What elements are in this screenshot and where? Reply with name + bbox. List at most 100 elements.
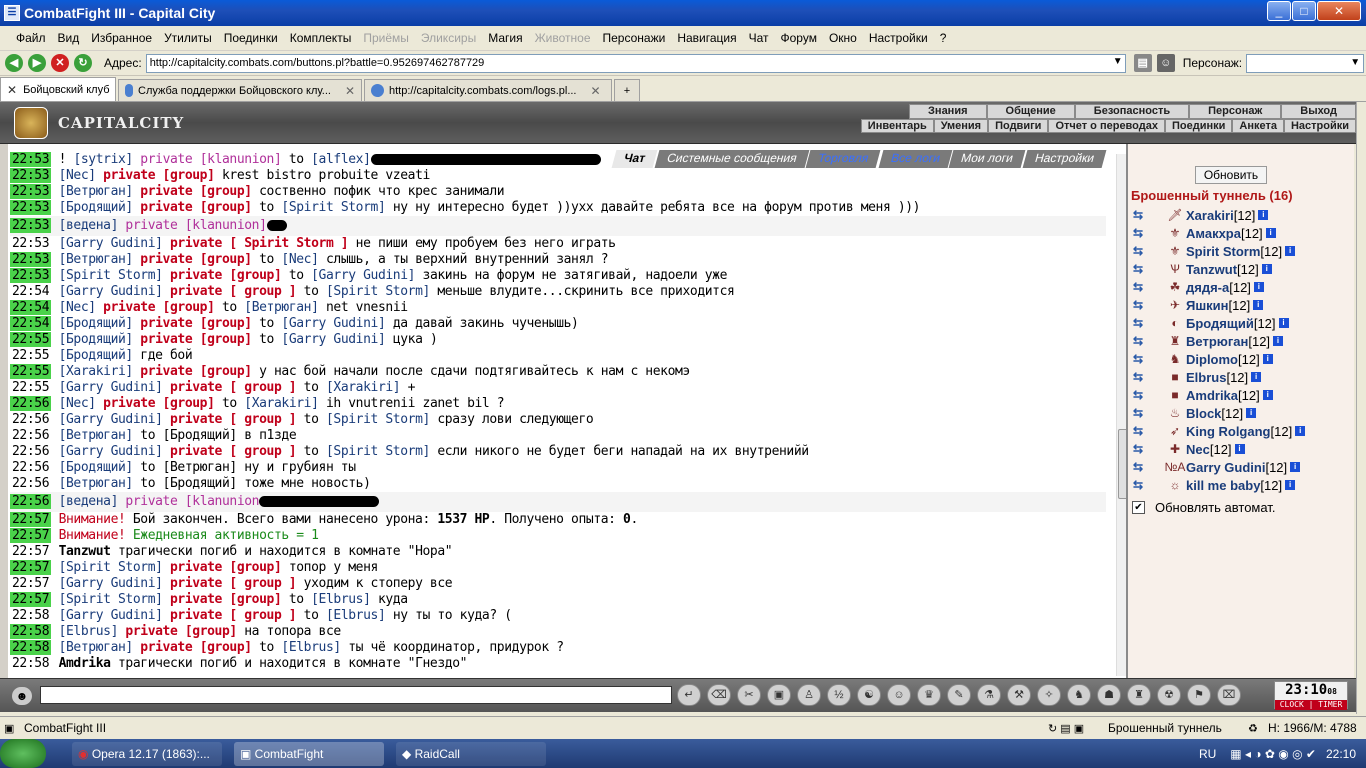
- info-icon[interactable]: i: [1258, 210, 1269, 220]
- info-icon[interactable]: i: [1295, 426, 1306, 436]
- action-icon[interactable]: ♛: [917, 684, 941, 706]
- menu-item[interactable]: Комплекты: [288, 29, 354, 47]
- chat-input[interactable]: [40, 686, 672, 704]
- status-icons[interactable]: ↻ ▤ ▣: [1048, 722, 1084, 735]
- header-bottom-button[interactable]: Отчет о переводах: [1048, 119, 1165, 133]
- action-icon[interactable]: ☺: [887, 684, 911, 706]
- taskbar-raidcall[interactable]: ◆ RaidCall: [396, 741, 546, 766]
- nickname[interactable]: [Xarakiri]: [244, 396, 319, 411]
- nickname[interactable]: [Xarakiri]: [59, 364, 141, 379]
- header-bottom-button[interactable]: Поединки: [1164, 119, 1233, 133]
- nickname[interactable]: [Бродящий]: [59, 316, 141, 331]
- chevron-down-icon[interactable]: ▼: [1113, 56, 1123, 67]
- header-bottom-button[interactable]: Настройки: [1283, 119, 1356, 133]
- refresh-list-button[interactable]: Обновить: [1195, 166, 1267, 184]
- info-icon[interactable]: i: [1262, 390, 1273, 400]
- action-icon[interactable]: ↵: [677, 684, 701, 706]
- persona-select[interactable]: ▼: [1246, 53, 1365, 73]
- nickname[interactable]: [Garry Gudini]: [311, 268, 415, 283]
- action-icon[interactable]: ✂: [737, 684, 761, 706]
- chat-tab[interactable]: Торговля: [805, 150, 881, 168]
- action-icon[interactable]: ⚒: [1007, 684, 1031, 706]
- person-name[interactable]: Амакхра: [1186, 226, 1241, 241]
- nickname[interactable]: [Ветрюган]: [59, 252, 141, 267]
- nickname[interactable]: [Elbrus]: [326, 608, 386, 623]
- info-icon[interactable]: i: [1246, 408, 1257, 418]
- nickname[interactable]: [sytrix]: [66, 152, 140, 167]
- taskbar-combatfight[interactable]: ▣ CombatFight: [234, 741, 384, 766]
- nickname[interactable]: [Ветрюган]: [59, 476, 134, 491]
- tab-logs[interactable]: http://capitalcity.combats.com/logs.pl..…: [364, 79, 612, 101]
- person-name[interactable]: Xarakiri: [1186, 208, 1234, 223]
- info-icon[interactable]: i: [1278, 318, 1289, 328]
- person-name[interactable]: Amdrika: [1186, 388, 1238, 403]
- action-icon[interactable]: ✎: [947, 684, 971, 706]
- header-top-button[interactable]: Знания: [909, 104, 987, 119]
- action-icon[interactable]: ♞: [1067, 684, 1091, 706]
- person-name[interactable]: Elbrus: [1186, 370, 1226, 385]
- info-icon[interactable]: i: [1285, 246, 1296, 256]
- private-arrow-icon[interactable]: ⇆: [1133, 298, 1155, 312]
- tray-clock[interactable]: 22:10: [1326, 747, 1356, 761]
- nickname[interactable]: [Бродящий]: [59, 332, 141, 347]
- info-icon[interactable]: i: [1262, 354, 1273, 364]
- stop-button[interactable]: ✕: [51, 54, 69, 72]
- action-icon[interactable]: ⌧: [1217, 684, 1241, 706]
- close-icon[interactable]: ✕: [590, 84, 600, 98]
- chat-tab[interactable]: Чат: [611, 150, 658, 168]
- chat-tab[interactable]: Настройки: [1022, 150, 1107, 168]
- header-bottom-button[interactable]: Анкета: [1232, 119, 1284, 133]
- menu-item[interactable]: ?: [938, 29, 949, 47]
- nickname[interactable]: [Garry Gudini]: [59, 380, 170, 395]
- nickname[interactable]: [Ветрюган]: [244, 300, 319, 315]
- private-arrow-icon[interactable]: ⇆: [1133, 244, 1155, 258]
- nickname[interactable]: [Ветрюган]: [59, 428, 134, 443]
- action-icon[interactable]: ½: [827, 684, 851, 706]
- person-name[interactable]: дядя-а: [1186, 280, 1229, 295]
- menu-item[interactable]: Поединки: [222, 29, 280, 47]
- nickname[interactable]: [Бродящий]: [59, 460, 134, 475]
- private-arrow-icon[interactable]: ⇆: [1133, 370, 1155, 384]
- private-arrow-icon[interactable]: ⇆: [1133, 460, 1155, 474]
- person-name[interactable]: kill me baby: [1186, 478, 1260, 493]
- nickname[interactable]: [Elbrus]: [281, 640, 341, 655]
- private-arrow-icon[interactable]: ⇆: [1133, 316, 1155, 330]
- info-icon[interactable]: i: [1261, 264, 1272, 274]
- menu-item[interactable]: Чат: [747, 29, 771, 47]
- private-arrow-icon[interactable]: ⇆: [1133, 208, 1155, 222]
- menu-item[interactable]: Вид: [56, 29, 82, 47]
- header-top-button[interactable]: Персонаж: [1189, 104, 1282, 119]
- minimize-button[interactable]: _: [1267, 1, 1291, 21]
- header-top-button[interactable]: Общение: [986, 104, 1075, 119]
- forward-button[interactable]: ▶: [28, 54, 46, 72]
- action-icon[interactable]: ⚑: [1187, 684, 1211, 706]
- nickname[interactable]: [Spirit Storm]: [59, 268, 170, 283]
- nickname[interactable]: [Garry Gudini]: [59, 444, 170, 459]
- nickname[interactable]: [Spirit Storm]: [281, 200, 385, 215]
- person-name[interactable]: Nec: [1186, 442, 1210, 457]
- nickname[interactable]: [Nec]: [59, 300, 104, 315]
- info-icon[interactable]: i: [1253, 300, 1264, 310]
- chat-tab[interactable]: Мои логи: [949, 150, 1026, 168]
- auto-update-checkbox[interactable]: ✔: [1132, 501, 1145, 514]
- nickname[interactable]: [Xarakiri]: [326, 380, 401, 395]
- menu-item[interactable]: Магия: [486, 29, 524, 47]
- nickname[interactable]: [Spirit Storm]: [326, 444, 430, 459]
- nickname[interactable]: [Garry Gudini]: [281, 332, 385, 347]
- private-arrow-icon[interactable]: ⇆: [1133, 352, 1155, 366]
- nickname[interactable]: [Nec]: [59, 168, 104, 183]
- close-icon[interactable]: ✕: [7, 83, 17, 97]
- address-input[interactable]: http://capitalcity.combats.com/buttons.p…: [145, 53, 1126, 73]
- action-icon[interactable]: ☗: [1097, 684, 1121, 706]
- taskbar-opera[interactable]: ◉ Opera 12.17 (1863):...: [72, 741, 222, 766]
- start-button[interactable]: [0, 739, 46, 768]
- private-arrow-icon[interactable]: ⇆: [1133, 334, 1155, 348]
- language-indicator[interactable]: RU: [1199, 747, 1216, 761]
- person-name[interactable]: Яшкин: [1186, 298, 1229, 313]
- action-icon[interactable]: ☢: [1157, 684, 1181, 706]
- info-icon[interactable]: i: [1265, 228, 1276, 238]
- persona-icon[interactable]: ☺: [1156, 54, 1175, 72]
- tab-support[interactable]: Служба поддержки Бойцовского клу... ✕: [118, 79, 362, 101]
- header-bottom-button[interactable]: Подвиги: [988, 119, 1049, 133]
- header-top-button[interactable]: Безопасность: [1074, 104, 1190, 119]
